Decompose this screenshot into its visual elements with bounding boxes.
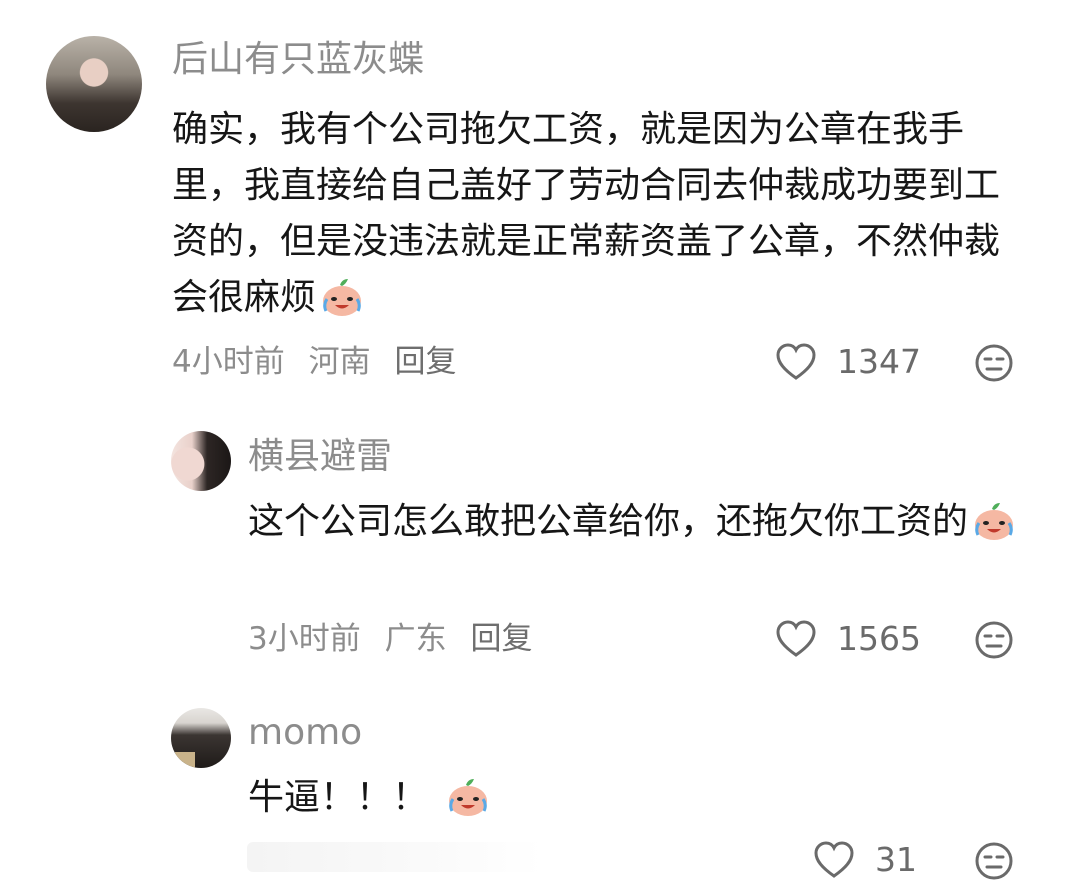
comment-time: 3小时前 [248, 621, 361, 657]
like-count: 1565 [837, 619, 921, 658]
meh-face-icon [975, 621, 1013, 659]
avatar[interactable] [171, 708, 231, 768]
dislike-button[interactable] [974, 841, 1014, 881]
comment-text: 这个公司怎么敢把公章给你，还拖欠你工资的 [248, 494, 1018, 550]
like-count: 1347 [837, 342, 921, 381]
comment-location: 广东 [384, 621, 447, 657]
crying-laughing-emoji-icon [446, 777, 490, 817]
heart-outline-icon [776, 342, 816, 380]
comment-username[interactable]: 横县避雷 [248, 435, 392, 479]
like-button[interactable]: 1565 [775, 619, 921, 658]
comment-meta: 3小时前 广东 回复 [248, 619, 546, 659]
avatar[interactable] [46, 36, 142, 132]
comment-username[interactable]: momo [248, 711, 362, 755]
meh-face-icon [975, 842, 1013, 880]
heart-outline-icon [814, 840, 854, 878]
like-count: 31 [875, 840, 917, 879]
crying-laughing-emoji-icon [320, 277, 364, 317]
reply-button[interactable]: 回复 [394, 344, 456, 380]
reply-button[interactable]: 回复 [470, 621, 532, 657]
comment-text: 牛逼！！！ [248, 770, 1018, 826]
like-button[interactable]: 1347 [775, 342, 921, 381]
comment-location: 河南 [308, 344, 371, 380]
heart-outline-icon [776, 619, 816, 657]
avatar[interactable] [171, 431, 231, 491]
meh-face-icon [975, 344, 1013, 382]
comment-username[interactable]: 后山有只蓝灰蝶 [172, 38, 424, 82]
dislike-button[interactable] [974, 343, 1014, 383]
comment-time: 4小时前 [172, 344, 285, 380]
comment-meta-blurred [247, 842, 543, 872]
crying-laughing-emoji-icon [972, 501, 1016, 541]
comment-text: 确实，我有个公司拖欠工资，就是因为公章在我手里，我直接给自己盖好了劳动合同去仲裁… [172, 109, 1001, 318]
dislike-button[interactable] [974, 620, 1014, 660]
like-button[interactable]: 31 [813, 840, 917, 879]
comment-meta: 4小时前 河南 回复 [172, 342, 470, 382]
